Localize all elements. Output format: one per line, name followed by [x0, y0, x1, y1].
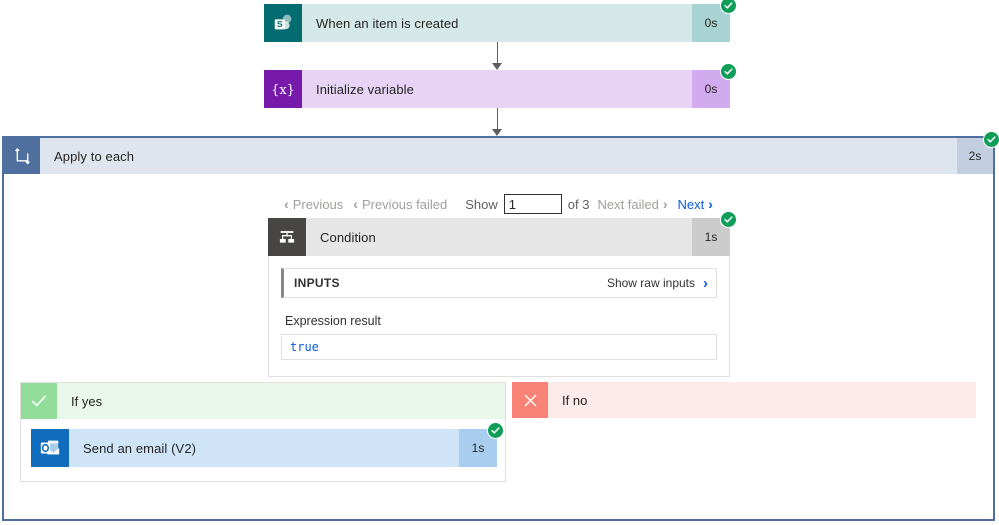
show-label: Show [465, 196, 498, 212]
inputs-section-title: INPUTS [294, 276, 340, 290]
svg-text:{x}: {x} [271, 83, 295, 98]
check-glyph [724, 216, 733, 223]
iteration-pager: ‹ Previous ‹ Previous failed Show of 3 N… [4, 190, 993, 218]
action-title-initialize-variable: Initialize variable [302, 70, 692, 108]
svg-text:S: S [277, 19, 283, 29]
checkmark-icon [21, 383, 57, 419]
sharepoint-icon: S [264, 4, 302, 42]
next-button[interactable]: Next › [676, 197, 715, 212]
iteration-number-input[interactable] [503, 194, 562, 214]
connector-initvar-to-applytoeach [264, 108, 730, 136]
check-glyph [724, 68, 733, 75]
branch-header-if-no[interactable]: If no [512, 382, 976, 418]
inputs-panel: INPUTS Show raw inputs › Expression resu… [268, 256, 730, 377]
total-iterations-label: of 3 [567, 196, 590, 212]
previous-failed-button-label: Previous failed [361, 196, 448, 212]
condition-branch-icon [268, 218, 306, 256]
chevron-right-icon: › [703, 274, 708, 292]
next-failed-button-label: Next failed [597, 196, 659, 212]
action-title-trigger: When an item is created [302, 4, 692, 42]
branch-header-if-yes[interactable]: If yes [21, 383, 505, 419]
action-title-condition: Condition [306, 218, 692, 256]
cross-icon [512, 382, 548, 418]
expression-result-value: true [281, 334, 717, 360]
status-badge-succeeded [720, 63, 737, 80]
check-glyph [987, 136, 996, 143]
next-button-label: Next [677, 196, 705, 212]
status-badge-succeeded [720, 0, 737, 14]
previous-button-label: Previous [292, 196, 344, 212]
loop-icon [4, 138, 40, 174]
action-card-condition[interactable]: Condition 1s [268, 211, 737, 256]
check-glyph [724, 2, 733, 9]
chevron-right-icon: › [708, 196, 713, 212]
check-glyph [491, 427, 500, 434]
scope-apply-to-each: Apply to each 2s ‹ Previous ‹ Previous f… [2, 131, 999, 521]
condition-block: Condition 1s INPUTS Show raw inputs › Ex… [268, 211, 737, 377]
branch-label-if-yes: If yes [57, 383, 505, 419]
action-card-trigger[interactable]: S When an item is created 0s [264, 0, 737, 42]
branch-if-yes: If yes Send an email (V2) 1s [20, 382, 506, 482]
show-raw-inputs-label: Show raw inputs [606, 276, 695, 290]
chevron-left-icon: ‹ [284, 196, 289, 212]
chevron-left-icon: ‹ [353, 196, 358, 212]
expression-result-label: Expression result [285, 314, 381, 328]
action-title-apply-to-each: Apply to each [40, 138, 957, 174]
variable-braces-icon: {x} [264, 70, 302, 108]
status-badge-succeeded [983, 131, 999, 148]
next-failed-button[interactable]: Next failed › [595, 197, 669, 212]
action-card-apply-to-each[interactable]: Apply to each 2s [4, 131, 999, 174]
chevron-right-icon: › [662, 196, 668, 212]
connector-trigger-to-initvar [264, 42, 730, 70]
branch-label-if-no: If no [548, 382, 976, 418]
outlook-icon [31, 429, 69, 467]
inputs-panel-header: INPUTS Show raw inputs › [281, 268, 717, 298]
status-badge-succeeded [487, 422, 504, 439]
previous-button[interactable]: ‹ Previous [282, 197, 345, 212]
show-raw-inputs-link[interactable]: Show raw inputs › [607, 275, 708, 292]
branch-if-no: If no [512, 382, 976, 418]
action-card-initialize-variable[interactable]: {x} Initialize variable 0s [264, 63, 737, 108]
action-card-send-email[interactable]: Send an email (V2) 1s [31, 422, 504, 467]
status-badge-succeeded [720, 211, 737, 228]
action-title-send-email: Send an email (V2) [69, 429, 459, 467]
previous-failed-button[interactable]: ‹ Previous failed [351, 197, 449, 212]
